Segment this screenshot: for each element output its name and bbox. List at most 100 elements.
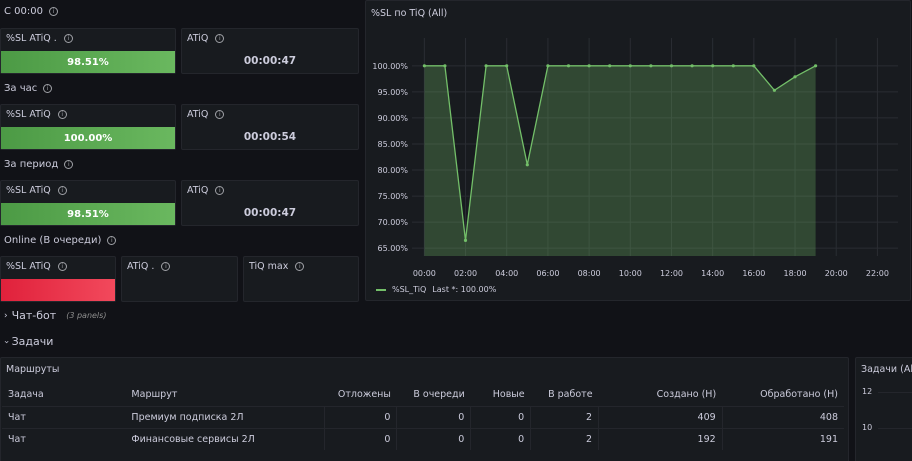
data-point — [752, 64, 756, 68]
data-point — [484, 64, 488, 68]
section-title: Чат-бот — [11, 309, 57, 322]
stat-panel-atiq-last-hour[interactable]: ATiQ i 00:00:54 — [181, 104, 359, 150]
data-point — [525, 163, 529, 167]
info-icon[interactable]: i — [161, 262, 171, 271]
y-tick-label: 65.00% — [377, 244, 408, 253]
sl-tiq-chart[interactable]: 100.00% 95.00% 90.00% 85.00% 80.00% 75.00% 70.… — [366, 1, 912, 302]
table-cell: 191 — [721, 427, 844, 450]
x-tick-label: 16:00 — [742, 269, 765, 278]
info-icon[interactable]: i — [215, 34, 225, 43]
section-chatbot[interactable]: › Чат-бот (3 panels) — [4, 309, 106, 322]
x-tick-label: 22:00 — [866, 269, 889, 278]
table-panel-routes[interactable]: Маршруты Задача Маршрут Отложены В очереди Н… — [0, 357, 849, 461]
x-tick-label: 02:00 — [454, 269, 477, 278]
panel-title: ATiQ . i — [127, 261, 171, 272]
stat-panel-atiq-online[interactable]: ATiQ . i — [121, 256, 238, 302]
stat-panel-tiq-max-online[interactable]: TiQ max i — [243, 256, 359, 302]
row-title-since-midnight[interactable]: С 00:00 i — [4, 6, 58, 17]
table-cell: 409 — [598, 405, 723, 428]
x-tick-label: 10:00 — [619, 269, 642, 278]
section-tasks[interactable]: › Задачи — [1, 335, 54, 348]
column-header[interactable]: В очереди — [397, 384, 471, 406]
legend-last-value: Last *: 100.00% — [432, 285, 497, 294]
x-tick-label: 04:00 — [495, 269, 518, 278]
info-icon[interactable]: i — [57, 110, 67, 119]
info-icon[interactable]: i — [107, 236, 117, 245]
info-icon[interactable]: i — [57, 186, 67, 195]
x-tick-label: 08:00 — [578, 269, 601, 278]
column-header[interactable]: Обработано (Н) — [722, 384, 844, 406]
x-tick-label: 18:00 — [784, 269, 807, 278]
info-icon[interactable]: i — [48, 7, 58, 16]
y-tick-label: 80.00% — [377, 166, 408, 175]
x-tick-label: 14:00 — [701, 269, 724, 278]
data-point — [649, 64, 653, 68]
stat-panel-atiq-since-midnight[interactable]: ATiQ i 00:00:47 — [181, 28, 359, 74]
gridline — [878, 392, 912, 393]
data-point — [814, 64, 818, 68]
row-title-last-hour[interactable]: За час i — [4, 83, 53, 94]
table-cell: 192 — [598, 427, 723, 450]
row-title-online[interactable]: Online (В очереди) i — [4, 235, 117, 246]
data-point — [711, 64, 715, 68]
x-tick-label: 06:00 — [536, 269, 559, 278]
row-title-label: Online (В очереди) — [4, 235, 102, 246]
atiq-value: 00:00:54 — [243, 131, 297, 143]
table-cell: 0 — [324, 405, 397, 428]
stat-panel-sl-online[interactable]: %SL ATiQ i — [0, 256, 116, 302]
column-header[interactable]: Новые — [471, 384, 531, 406]
data-point — [628, 64, 632, 68]
panel-title: %SL ATiQ i — [6, 109, 67, 120]
routes-table-wrap: Задача Маршрут Отложены В очереди Новые В раб… — [2, 384, 844, 450]
section-title: Задачи — [11, 335, 54, 348]
atiq-value: 00:00:47 — [243, 55, 297, 67]
stat-panel-sl-last-hour[interactable]: %SL ATiQ i 100.00% — [0, 104, 176, 150]
y-tick-label: 12 — [862, 387, 873, 396]
info-icon[interactable]: i — [215, 186, 225, 195]
row-title-label: С 00:00 — [4, 6, 43, 17]
stat-panel-sl-period[interactable]: %SL ATiQ i 98.51% — [0, 180, 176, 226]
data-point — [463, 238, 468, 242]
timeseries-panel-sl-by-tiq[interactable]: %SL по TiQ (All) 100.00% 95.00% 90.00% 85.0… — [365, 0, 911, 301]
chart-panel-tasks[interactable]: Задачи (All) 12 10 — [855, 357, 912, 461]
column-header[interactable]: Создано (Н) — [599, 384, 723, 406]
chart-legend[interactable]: %SL_TiQ Last *: 100.00% — [376, 285, 496, 294]
table-cell: 0 — [324, 427, 397, 450]
stat-panel-atiq-period[interactable]: ATiQ i 00:00:47 — [181, 180, 359, 226]
stat-panel-sl-since-midnight[interactable]: %SL ATiQ . i 98.51% — [0, 28, 176, 74]
info-icon[interactable]: i — [63, 34, 73, 43]
table-cell: 408 — [721, 405, 844, 428]
data-point — [443, 64, 447, 68]
section-panel-count: (3 panels) — [66, 311, 107, 320]
y-tick-label: 100.00% — [372, 62, 408, 71]
column-header[interactable]: Отложены — [325, 384, 397, 406]
panel-title: ATiQ i — [187, 109, 225, 120]
table-row[interactable]: Чат Финансовые сервисы 2Л 0 0 0 2 192 191 — [2, 427, 844, 450]
column-header[interactable]: Маршрут — [125, 384, 325, 406]
info-icon[interactable]: i — [64, 160, 74, 169]
data-point — [690, 64, 694, 68]
info-icon[interactable]: i — [295, 262, 305, 271]
sl-status-bar — [1, 279, 115, 301]
table-header-row: Задача Маршрут Отложены В очереди Новые В раб… — [2, 384, 844, 406]
y-tick-label: 95.00% — [377, 88, 408, 97]
legend-swatch — [376, 288, 386, 291]
info-icon[interactable]: i — [57, 262, 67, 271]
table-row[interactable]: Чат Премиум подписка 2Л 0 0 0 2 409 408 — [2, 405, 844, 428]
x-tick-label: 20:00 — [825, 269, 848, 278]
info-icon[interactable]: i — [215, 110, 225, 119]
table-cell: Финансовые сервисы 2Л — [125, 427, 325, 450]
sl-value-bar: 100.00% — [1, 127, 175, 149]
y-tick-label: 75.00% — [377, 192, 408, 201]
row-title-period[interactable]: За период i — [4, 159, 74, 170]
data-point — [566, 64, 571, 68]
table-cell: 0 — [470, 405, 531, 428]
row-title-label: За час — [4, 83, 38, 94]
info-icon[interactable]: i — [43, 84, 53, 93]
data-point — [793, 75, 797, 79]
legend-series-name: %SL_TiQ — [392, 285, 427, 294]
panel-title: %SL ATiQ . i — [6, 33, 73, 44]
column-header[interactable]: В работе — [531, 384, 599, 406]
column-header[interactable]: Задача — [2, 384, 125, 406]
table-cell: 2 — [530, 405, 599, 428]
